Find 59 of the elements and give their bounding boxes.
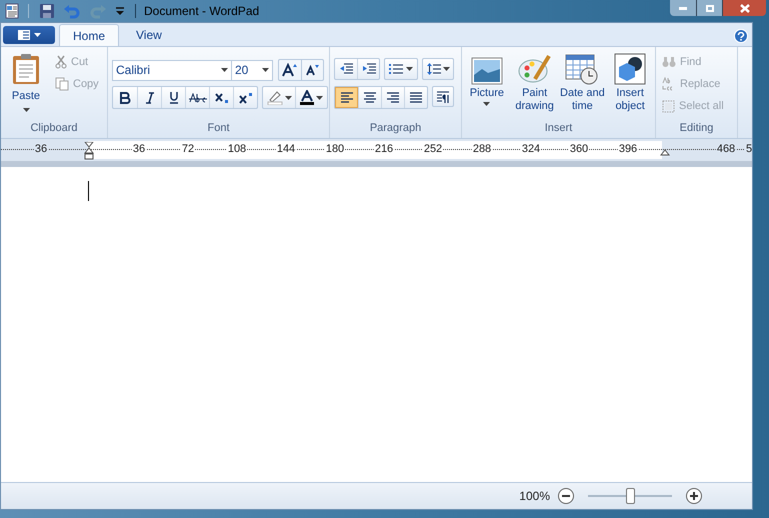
caret-icon [316,96,323,100]
group-label: Insert [544,120,572,136]
window-title: Document - WordPad [144,3,260,20]
group-label: Font [207,120,230,136]
caret-icon [284,96,292,100]
caret-icon [262,68,269,72]
caret-icon [22,108,30,112]
binoculars-icon [662,56,676,68]
line-spacing-button[interactable] [422,58,454,80]
paint-drawing-button[interactable]: Paint drawing [512,51,558,120]
bullet-list-button[interactable] [384,58,418,80]
font-color-icon [300,90,314,105]
wordpad-app-icon[interactable] [4,3,20,19]
save-icon[interactable] [37,3,57,19]
bullet-list-icon [389,63,403,75]
caret-icon[interactable] [113,6,127,16]
picture-button[interactable]: Picture [464,51,510,120]
insert-object-button[interactable]: Insert object [607,51,653,120]
clipboard-icon [12,53,40,85]
caret-icon [483,102,490,106]
align-left-icon[interactable] [335,87,358,108]
caret-icon [34,33,40,37]
close-icon [740,4,750,12]
zoom-slider-track[interactable] [588,487,672,505]
line-spacing-icon [426,62,440,76]
zoom-percentage: 100% [519,488,550,505]
calendar-clock-icon [565,53,600,85]
landscape-picture-icon [470,57,503,85]
document-icon [18,30,30,40]
maximize-button[interactable] [696,0,722,16]
highlighter-icon [266,90,282,105]
plus-icon [690,492,698,500]
font-name-dropdown[interactable]: Calibri [112,60,232,80]
paragraph-settings-icon[interactable] [432,86,454,107]
zoom-out-button[interactable] [558,488,574,504]
group-label: Paragraph [370,120,422,136]
zoom-slider-thumb[interactable] [626,488,635,504]
scissors-icon [55,55,67,69]
strikethrough-icon[interactable] [185,87,209,108]
zoom-in-button[interactable] [686,488,702,504]
close-button[interactable] [722,0,766,16]
help-icon[interactable] [734,29,748,43]
font-size-dropdown[interactable]: 20 [231,60,273,80]
paint-palette-icon [518,53,552,85]
copy-icon [55,77,69,91]
application-menu-button[interactable] [3,26,55,44]
date-and-time-button[interactable]: Date and time [560,51,606,120]
caret-icon [406,67,413,71]
paste-button[interactable]: Paste [5,53,47,120]
caret-icon [442,67,450,71]
text-cursor [88,181,89,201]
ribbon-tab[interactable]: View [123,24,175,46]
select-all-icon [662,100,675,112]
ribbon-tab[interactable]: Home [59,24,120,46]
cube-object-icon [614,53,646,85]
group-label: Clipboard [30,120,78,136]
caret-icon [221,68,228,72]
increase-indent-icon[interactable] [357,59,379,79]
group-label: Editing [680,120,714,136]
